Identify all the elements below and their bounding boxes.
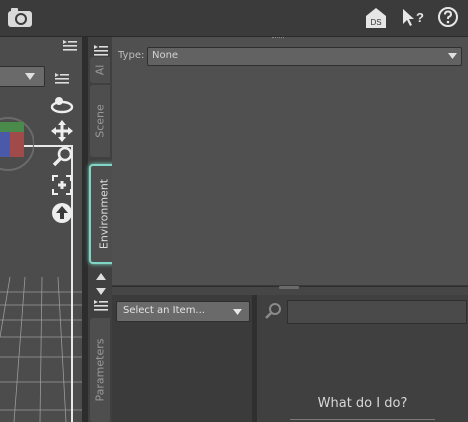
type-label: Type: (118, 50, 145, 61)
tab-label: Parameters (93, 338, 107, 402)
tab-label: Environment (97, 178, 111, 250)
orbit-icon[interactable] (50, 95, 74, 119)
search-icon[interactable] (264, 302, 282, 324)
svg-text:?: ? (416, 10, 424, 25)
help-circle-icon[interactable] (437, 6, 459, 32)
type-select-value: None (152, 50, 179, 61)
view-cube-icon[interactable] (0, 109, 35, 183)
tab-label: Scene (93, 104, 107, 138)
reset-view-up-icon[interactable] (51, 202, 73, 228)
tab-al[interactable]: Al (90, 57, 110, 83)
tab-label: Al (93, 64, 107, 76)
camera-icon[interactable] (7, 6, 33, 32)
type-select-dropdown[interactable] (147, 47, 462, 66)
view-select-dropdown[interactable] (0, 66, 45, 87)
ds-logo-icon[interactable]: DS (365, 7, 387, 33)
chevron-down-icon (448, 53, 457, 59)
divider (290, 419, 435, 420)
chevron-down-icon (233, 309, 242, 315)
select-item-label: Select an Item... (123, 305, 205, 316)
splitter-grip[interactable] (279, 286, 299, 289)
splitter-grip[interactable] (272, 37, 284, 41)
svg-text:DS: DS (370, 18, 381, 27)
whats-this-cursor-icon[interactable]: ? (401, 7, 425, 33)
zoom-magnifier-icon[interactable] (52, 146, 74, 172)
environment-panel (112, 37, 468, 285)
frame-selection-icon[interactable] (52, 175, 72, 199)
tab-scene[interactable]: Scene (90, 85, 110, 157)
horizontal-splitter[interactable] (112, 286, 468, 295)
chevron-down-icon (25, 73, 35, 80)
what-do-i-do-link[interactable]: What do I do? (257, 396, 468, 411)
search-input[interactable] (287, 300, 467, 324)
pane-menu-icon[interactable] (94, 297, 108, 316)
tab-parameters[interactable]: Parameters (90, 318, 110, 422)
pane-menu-icon[interactable] (63, 37, 77, 56)
pan-move-icon[interactable] (51, 120, 73, 146)
top-toolbar: DS ? (0, 0, 468, 37)
pane-menu-icon[interactable] (55, 70, 69, 89)
